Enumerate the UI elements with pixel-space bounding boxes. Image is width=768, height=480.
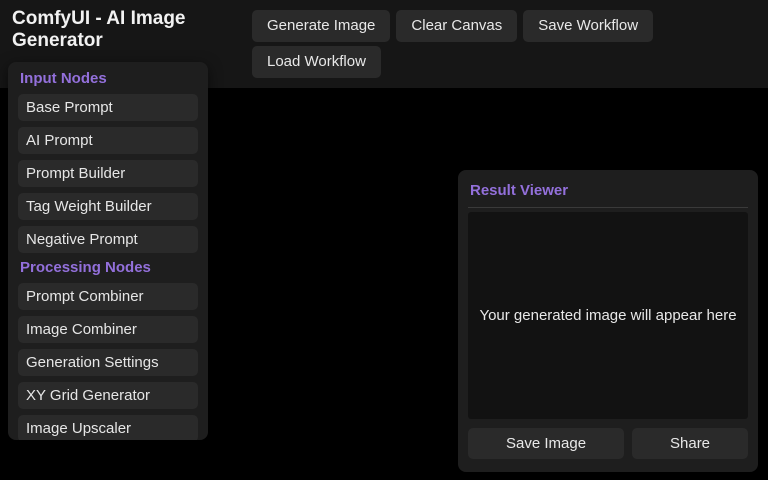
share-button[interactable]: Share [632, 428, 749, 459]
processing-nodes-section-title: Processing Nodes [20, 259, 151, 276]
load-workflow-button[interactable]: Load Workflow [252, 46, 381, 78]
node-item-xy-grid-generator[interactable]: XY Grid Generator [18, 382, 198, 409]
clear-canvas-button[interactable]: Clear Canvas [396, 10, 518, 42]
node-item-image-combiner[interactable]: Image Combiner [18, 316, 198, 343]
node-item-base-prompt[interactable]: Base Prompt [18, 94, 198, 121]
generate-image-button[interactable]: Generate Image [252, 10, 391, 42]
app-page: ComfyUI - AI Image Generator Generate Im… [0, 0, 768, 480]
result-image-area: Your generated image will appear here [468, 212, 748, 419]
result-actions: Save Image Share [468, 428, 749, 459]
node-item-prompt-combiner[interactable]: Prompt Combiner [18, 283, 198, 310]
result-placeholder-text: Your generated image will appear here [479, 307, 737, 324]
input-nodes-section-title: Input Nodes [20, 70, 107, 87]
app-title: ComfyUI - AI Image Generator [12, 8, 186, 51]
node-palette-panel: Input Nodes Base Prompt AI Prompt Prompt… [8, 62, 208, 440]
result-viewer-title: Result Viewer [468, 180, 748, 208]
node-item-ai-prompt[interactable]: AI Prompt [18, 127, 198, 154]
save-image-button[interactable]: Save Image [468, 428, 625, 459]
node-item-prompt-builder[interactable]: Prompt Builder [18, 160, 198, 187]
node-item-negative-prompt[interactable]: Negative Prompt [18, 226, 198, 253]
result-viewer-panel: Result Viewer Your generated image will … [458, 170, 758, 472]
node-item-generation-settings[interactable]: Generation Settings [18, 349, 198, 376]
node-item-image-upscaler[interactable]: Image Upscaler [18, 415, 198, 440]
node-item-tag-weight-builder[interactable]: Tag Weight Builder [18, 193, 198, 220]
toolbar: Generate Image Clear Canvas Save Workflo… [252, 0, 768, 78]
save-workflow-button[interactable]: Save Workflow [523, 10, 654, 42]
